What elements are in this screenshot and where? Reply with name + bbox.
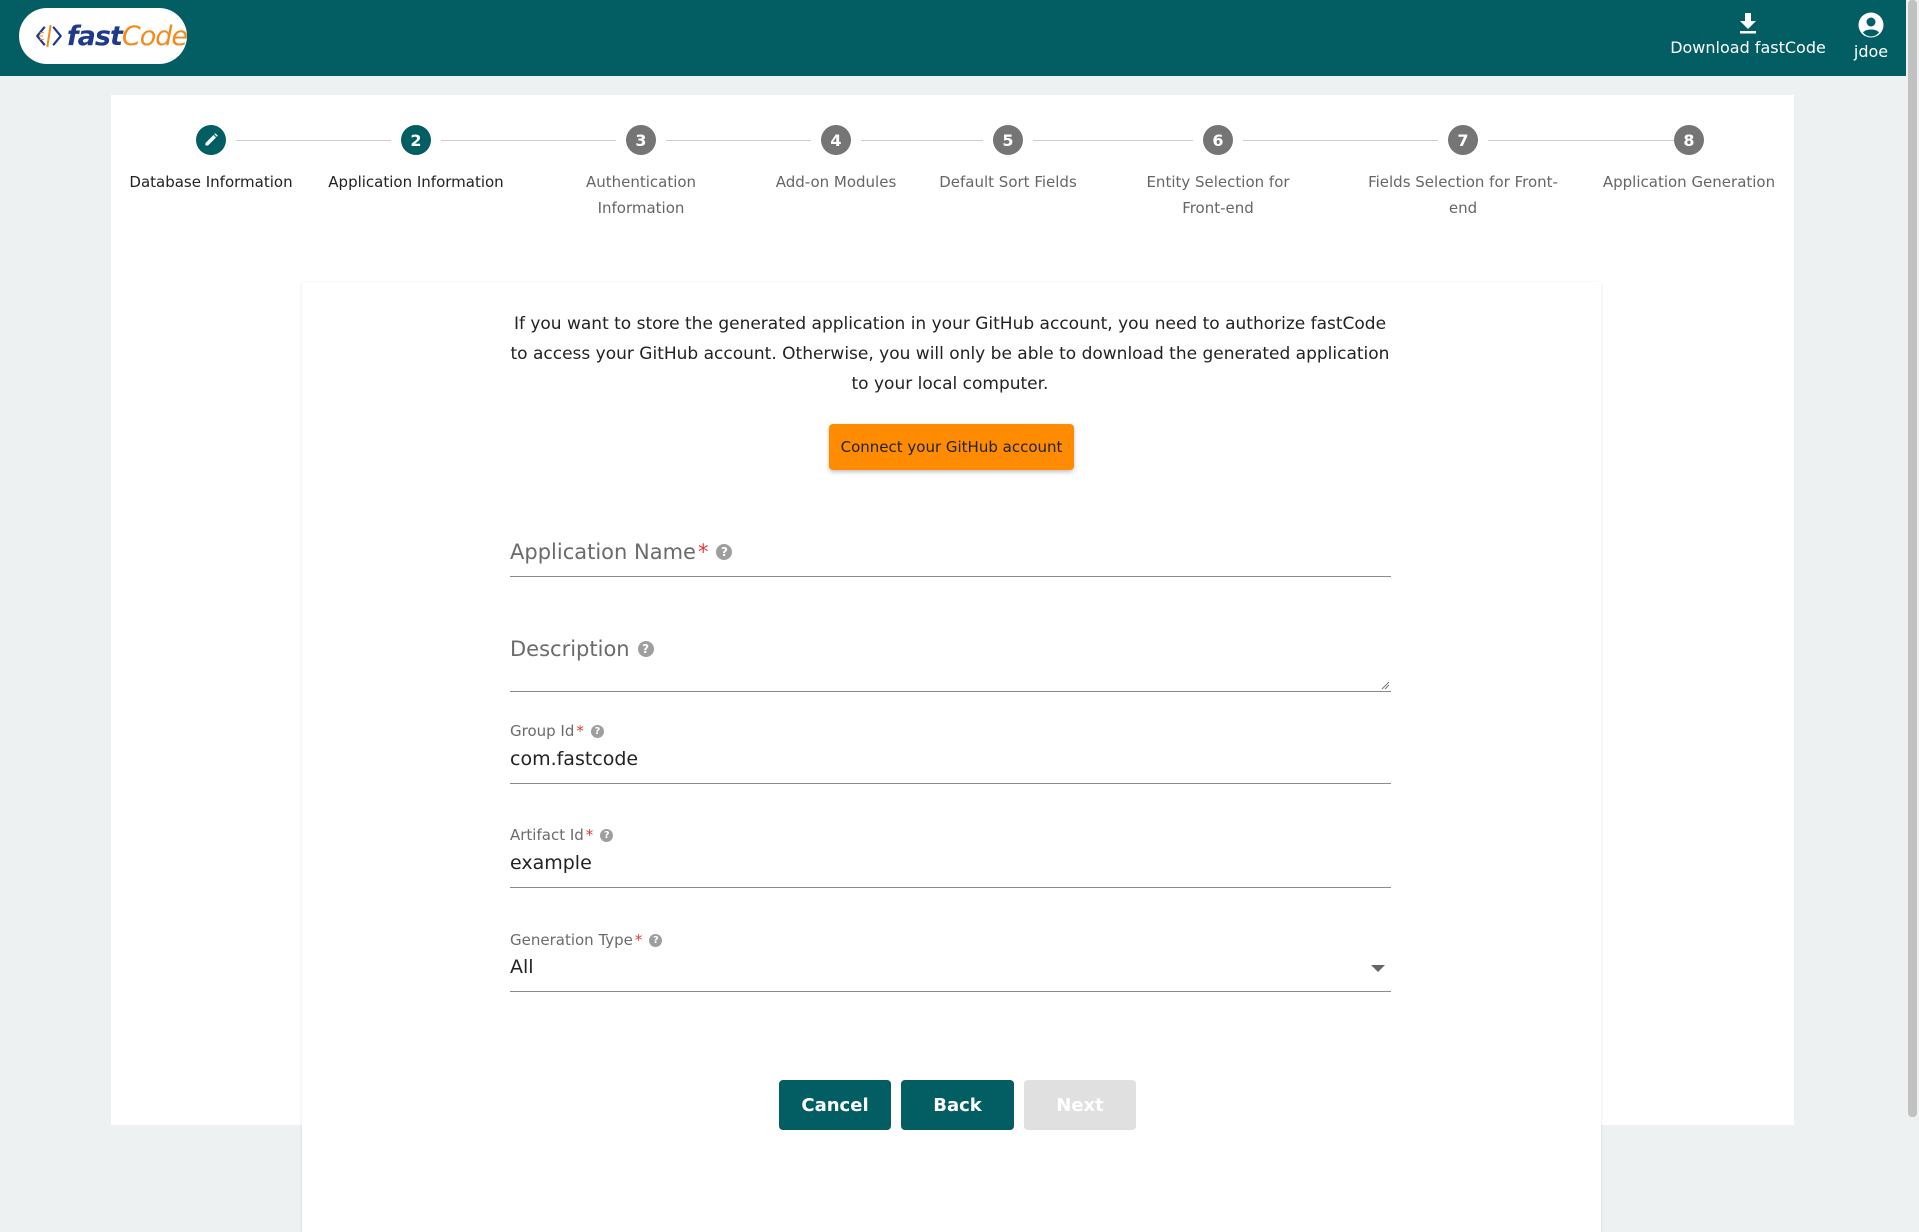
step-6-indicator: 6 [1203, 125, 1233, 155]
step-2-indicator: 2 [401, 125, 431, 155]
step-entity-selection[interactable]: 6 Entity Selection for Front-end [1118, 125, 1318, 221]
step-label: Default Sort Fields [939, 173, 1077, 191]
step-label: Add-on Modules [775, 173, 897, 191]
download-fastcode-button[interactable]: Download fastCode [1670, 12, 1826, 68]
help-icon[interactable]: ? [649, 933, 663, 947]
application-name-field[interactable]: Application Name * ? [510, 527, 1391, 587]
step-7-indicator: 7 [1448, 125, 1478, 155]
page-scrollbar[interactable] [1906, 0, 1919, 1117]
step-4-indicator: 4 [821, 125, 851, 155]
artifact-id-label: Artifact Id * ? [510, 826, 614, 844]
artifact-id-input[interactable] [510, 848, 1391, 878]
resize-grip-icon[interactable] [1380, 680, 1390, 690]
download-icon [1740, 13, 1756, 34]
step-label: Database Information [129, 173, 293, 191]
step-label: Application Information [328, 173, 504, 191]
field-underline [510, 691, 1391, 692]
step-add-on-modules[interactable]: 4 Add-on Modules [736, 125, 936, 195]
code-brackets-icon [36, 24, 62, 48]
field-underline [510, 576, 1391, 577]
step-8-indicator: 8 [1674, 125, 1704, 155]
connect-github-button[interactable]: Connect your GitHub account [829, 424, 1074, 470]
user-name: jdoe [1853, 42, 1889, 61]
cancel-button[interactable]: Cancel [779, 1080, 891, 1130]
field-underline [510, 783, 1391, 784]
account-circle-icon [1858, 12, 1884, 38]
step-label: Entity Selection for Front-end [1146, 173, 1290, 217]
user-menu-button[interactable]: jdoe [1848, 12, 1894, 68]
step-label: Authentication Information [585, 173, 697, 217]
logo-wordmark: fastCode [66, 20, 188, 52]
step-label: Application Generation [1602, 173, 1776, 191]
step-label: Fields Selection for Front-end [1368, 173, 1558, 217]
generation-type-value[interactable]: All [510, 956, 534, 978]
help-icon[interactable]: ? [590, 724, 604, 738]
group-id-input[interactable] [510, 744, 1391, 774]
step-authentication-information[interactable]: 3 Authentication Information [541, 125, 741, 221]
pencil-icon [205, 133, 218, 146]
wizard-panel: Database Information 2 Application Infor… [111, 95, 1794, 1232]
download-label: Download fastCode [1670, 38, 1826, 57]
description-textarea[interactable] [510, 662, 1391, 688]
back-button[interactable]: Back [901, 1080, 1014, 1130]
group-id-label: Group Id * ? [510, 722, 604, 740]
next-button[interactable]: Next [1024, 1080, 1136, 1130]
generation-type-select[interactable]: Generation Type * ? All [510, 931, 1391, 1006]
step-database-information[interactable]: Database Information [111, 125, 311, 195]
field-underline [510, 887, 1391, 888]
help-icon[interactable]: ? [600, 828, 614, 842]
scrollbar-thumb[interactable] [1908, 0, 1917, 1117]
step-application-generation[interactable]: 8 Application Generation [1589, 125, 1789, 195]
wizard-stepper: Database Information 2 Application Infor… [111, 95, 1794, 235]
group-id-field[interactable]: Group Id * ? [510, 722, 1391, 797]
step-fields-selection[interactable]: 7 Fields Selection for Front-end [1363, 125, 1563, 221]
caret-down-icon[interactable] [1371, 965, 1385, 972]
generation-type-label: Generation Type * ? [510, 931, 663, 949]
fastcode-logo[interactable]: fastCode [19, 8, 188, 64]
step-application-information[interactable]: 2 Application Information [316, 125, 516, 195]
artifact-id-field[interactable]: Artifact Id * ? [510, 826, 1391, 901]
field-underline [510, 991, 1391, 992]
github-intro-text: If you want to store the generated appli… [510, 314, 1390, 394]
step-3-indicator: 3 [626, 125, 656, 155]
application-name-input[interactable] [510, 537, 1391, 567]
step-1-indicator [196, 125, 226, 155]
description-field[interactable]: Description ? [510, 617, 1391, 697]
help-icon[interactable]: ? [637, 641, 654, 657]
step-default-sort-fields[interactable]: 5 Default Sort Fields [908, 125, 1108, 195]
description-label: Description ? [510, 637, 654, 661]
step-5-indicator: 5 [993, 125, 1023, 155]
app-header: fastCode Download fastCode jdoe [0, 0, 1906, 76]
